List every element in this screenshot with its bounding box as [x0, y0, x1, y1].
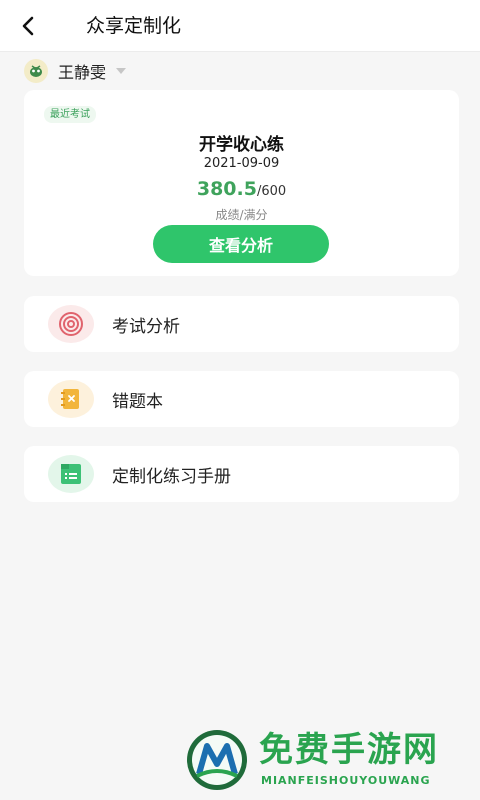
- watermark-subtitle: MIANFEISHOUYOUWANG: [261, 774, 431, 787]
- exam-total: /600: [256, 184, 287, 199]
- user-name: 王静雯: [58, 63, 107, 82]
- score-line: 380.5/600: [24, 178, 459, 200]
- caret-down-icon: [116, 68, 127, 74]
- menu-label: 考试分析: [112, 316, 180, 337]
- menu-label: 定制化练习手册: [112, 466, 231, 487]
- exam-date: 2021-09-09: [203, 156, 280, 171]
- watermark: 免费手游网 MIANFEISHOUYOUWANG: [185, 728, 475, 794]
- menu-item-custom-workbook[interactable]: 定制化练习手册: [24, 446, 459, 502]
- user-selector[interactable]: 王静雯: [24, 58, 127, 84]
- target-icon: [48, 305, 94, 343]
- recent-exam-card: 最近考试 开学收心练 2021-09-09 380.5/600 成绩/满分 查看…: [24, 90, 459, 276]
- menu-label: 错题本: [112, 391, 163, 412]
- chevron-left-icon: [22, 16, 34, 36]
- watermark-title: 免费手游网: [259, 730, 439, 770]
- menu-item-wrong-questions[interactable]: 错题本: [24, 371, 459, 427]
- watermark-logo-icon: [187, 730, 247, 790]
- exam-score: 380.5: [196, 178, 257, 200]
- exam-title: 开学收心练: [199, 135, 284, 155]
- notebook-icon: [48, 380, 94, 418]
- score-caption: 成绩/满分: [215, 208, 268, 222]
- recent-exam-badge: 最近考试: [44, 106, 96, 123]
- page-title: 众享定制化: [86, 15, 182, 37]
- menu-item-exam-analysis[interactable]: 考试分析: [24, 296, 459, 352]
- booklet-icon: [48, 455, 94, 493]
- avatar: [24, 59, 48, 83]
- cartoon-avatar-icon: [30, 65, 42, 77]
- back-button[interactable]: [12, 8, 44, 44]
- top-bar: 众享定制化: [0, 0, 480, 52]
- view-analysis-button[interactable]: 查看分析: [153, 225, 329, 263]
